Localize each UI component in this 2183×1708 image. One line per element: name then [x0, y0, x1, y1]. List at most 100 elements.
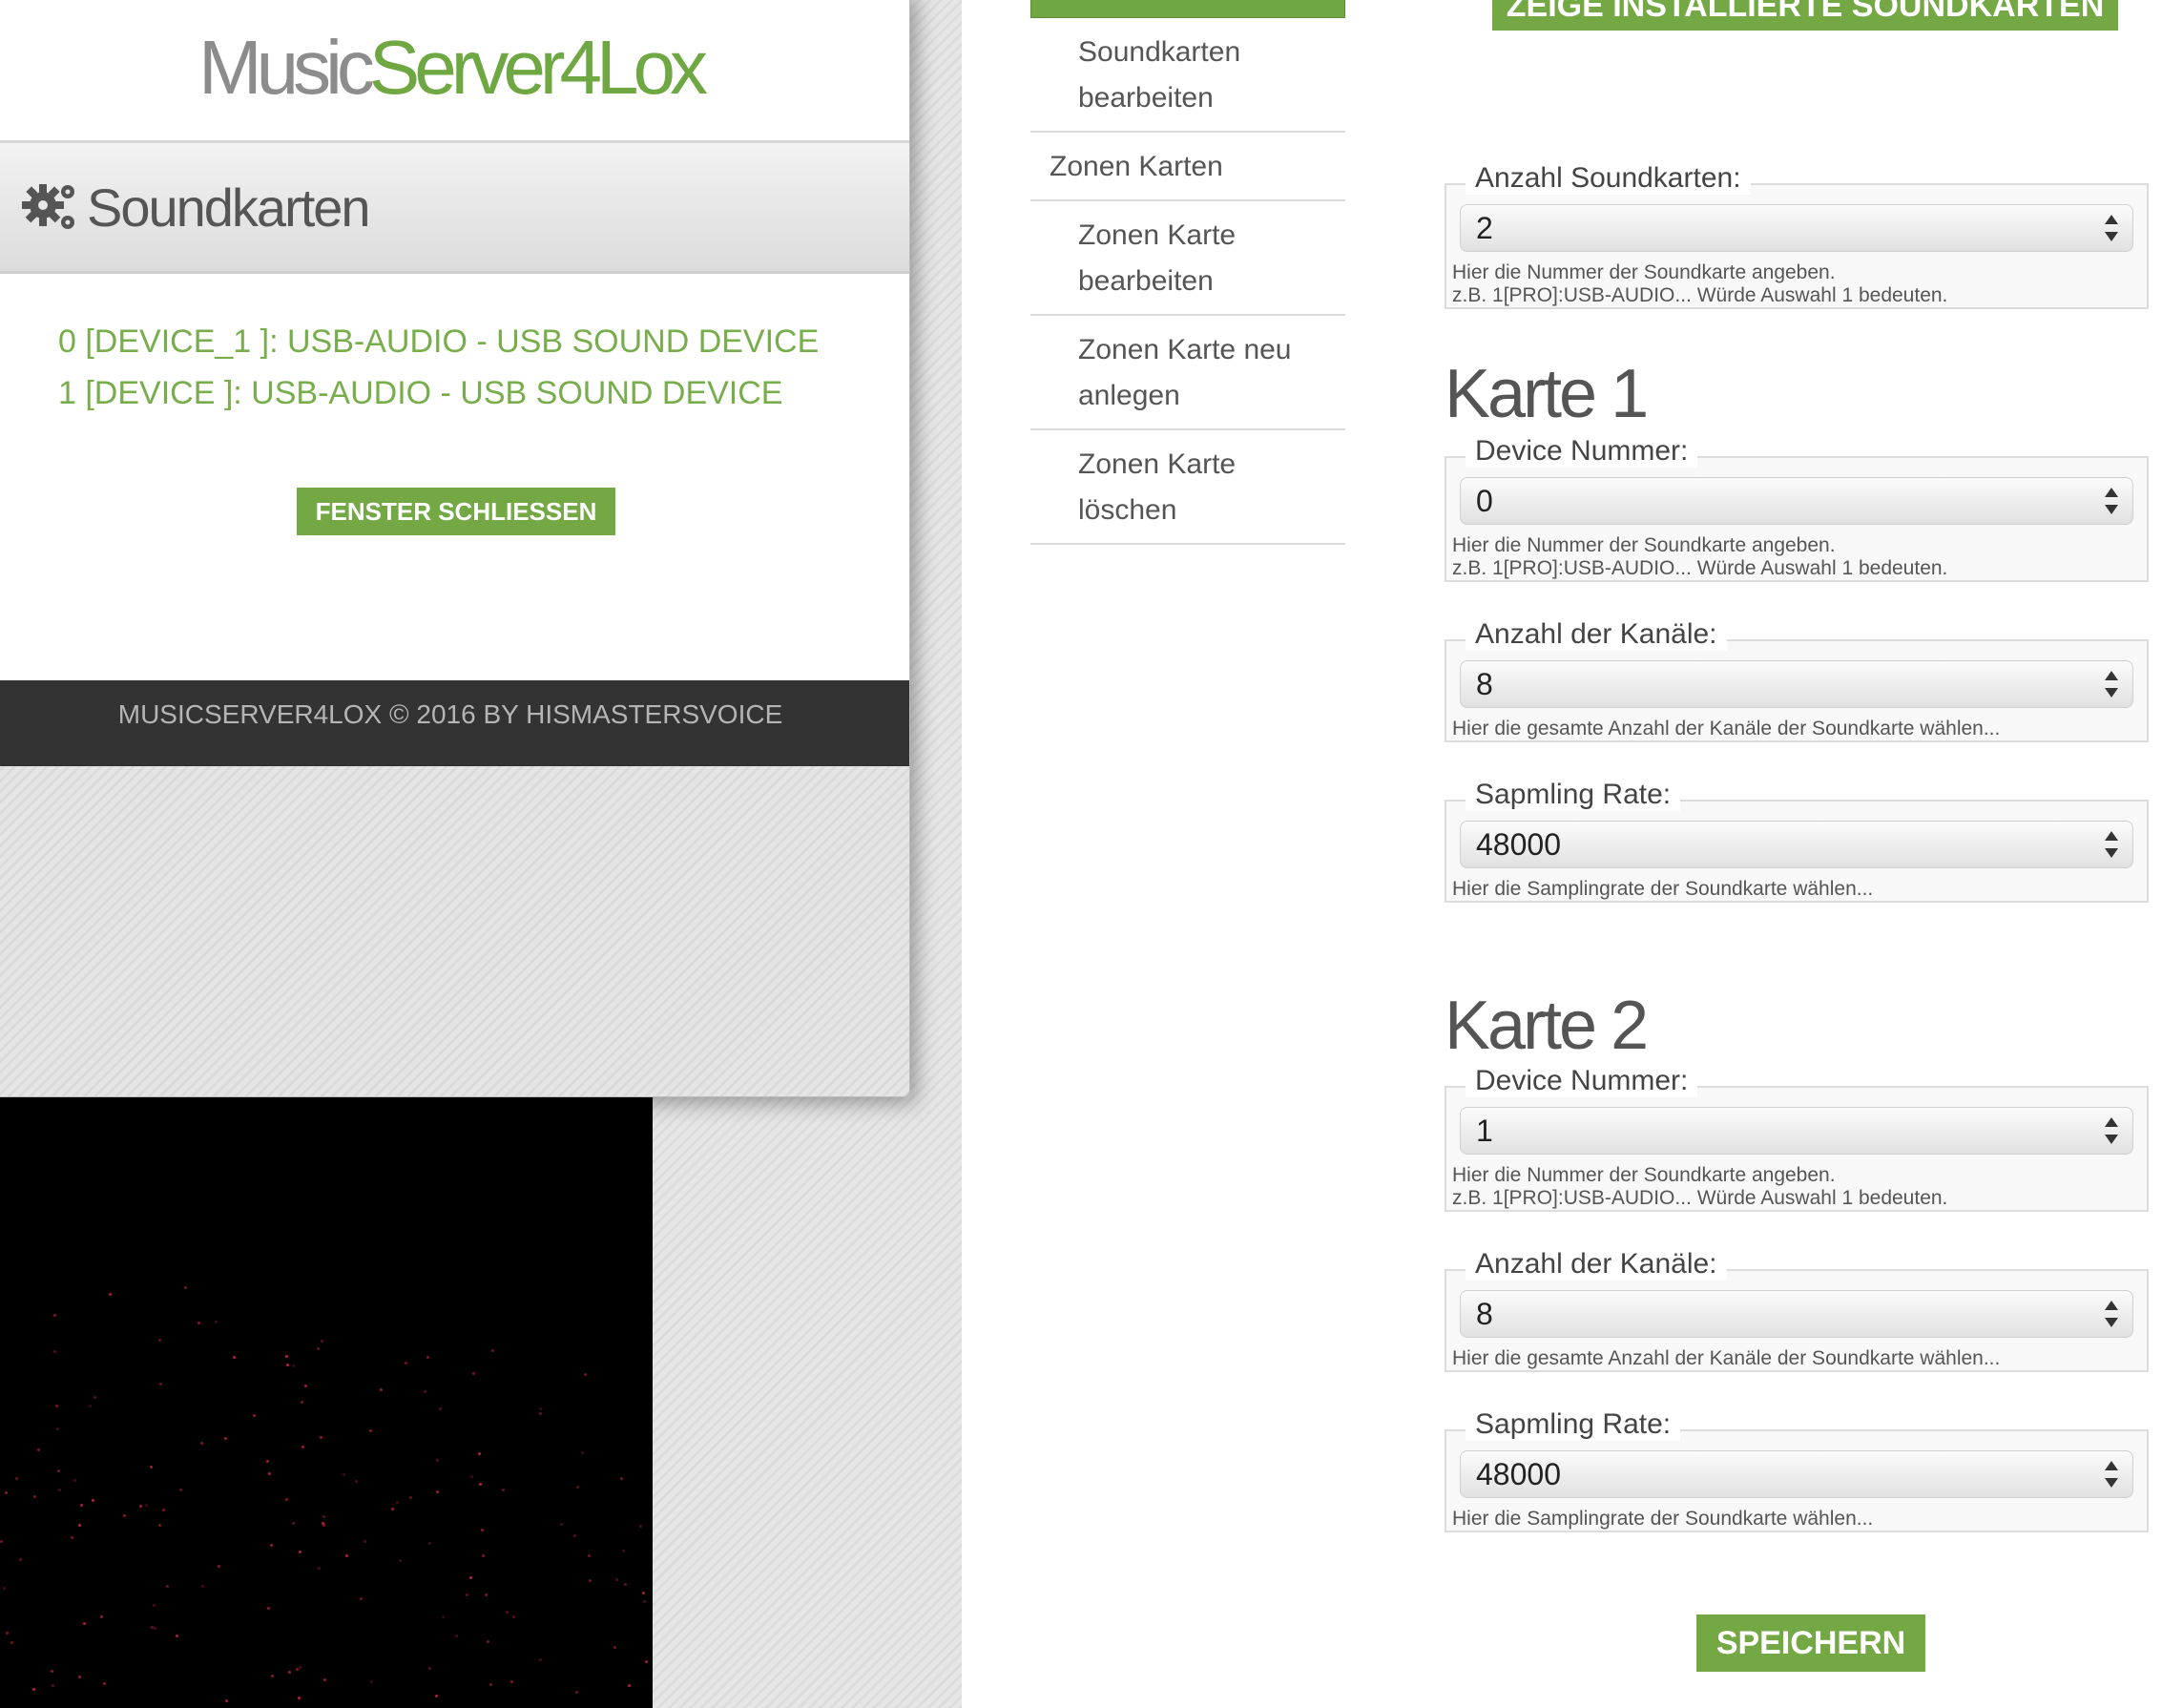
speck: [165, 1585, 169, 1589]
speck: [489, 1683, 492, 1687]
speck: [2, 1586, 6, 1590]
list-item: 0 [DEVICE_1 ]: USB-AUDIO - USB SOUND DEV…: [58, 323, 820, 360]
speck: [152, 1604, 156, 1608]
sidebar-nav: Soundkarten bearbeiten Zonen Karten Zone…: [1030, 0, 1345, 545]
background-window: [0, 1095, 653, 1708]
speck: [233, 1356, 237, 1360]
field-legend: Sapmling Rate:: [1466, 779, 1681, 811]
speck: [398, 1558, 402, 1562]
logo-part1: Music: [198, 25, 375, 110]
field-hint: Hier die Nummer der Soundkarte angeben. …: [1452, 261, 2141, 307]
speck: [575, 1690, 579, 1694]
sidebar-item-label: Zonen Karten: [1050, 151, 1223, 182]
field-legend: Sapmling Rate:: [1466, 1408, 1681, 1441]
hint-line: z.B. 1[PRO]:USB-AUDIO... Würde Auswahl 1…: [1452, 284, 1948, 306]
select-value: 1: [1476, 1114, 1493, 1148]
speck: [88, 1405, 92, 1408]
sidebar-active-item[interactable]: [1030, 0, 1345, 18]
karte-2-rate-select[interactable]: 48000: [1460, 1450, 2133, 1498]
popup-title: Soundkarten: [87, 177, 371, 238]
sidebar-item-zonen-karte-loeschen[interactable]: Zonen Karte löschen: [1030, 430, 1345, 545]
karte-2-title: Karte 2: [1445, 988, 1649, 1064]
sidebar-item-label: Zonen Karte: [1078, 219, 1237, 251]
speck: [364, 1540, 367, 1543]
popup-footer: MUSICSERVER4LOX © 2016 BY HISMASTERSVOIC…: [0, 680, 909, 766]
speck: [200, 1585, 204, 1589]
speck: [360, 1597, 364, 1601]
speck: [178, 1489, 182, 1492]
speck: [52, 1684, 55, 1688]
speck: [408, 1495, 412, 1499]
soundcard-count-fieldset: Anzahl Soundkarten: 2 Hier die Nummer de…: [1445, 162, 2149, 309]
gears-icon: [20, 177, 81, 238]
select-arrows-icon: [2105, 1461, 2118, 1488]
speck: [435, 1490, 439, 1494]
speck: [223, 1437, 227, 1441]
field-legend: Device Nummer:: [1466, 435, 1698, 468]
speck: [538, 1406, 542, 1410]
speck: [613, 1646, 617, 1650]
speck: [71, 1536, 74, 1540]
speck: [77, 1676, 81, 1679]
field-hint: Hier die gesamte Anzahl der Kanäle der S…: [1452, 1347, 2001, 1369]
karte-2-channels-fieldset: Anzahl der Kanäle: 8 Hier die gesamte An…: [1445, 1248, 2149, 1372]
sidebar-item-label: anlegen: [1078, 380, 1180, 411]
hint-line: Hier die Nummer der Soundkarte angeben.: [1452, 1164, 1836, 1186]
close-window-button[interactable]: FENSTER SCHLIESSEN: [297, 488, 615, 535]
karte-1-channels-select[interactable]: 8: [1460, 660, 2133, 708]
speck: [218, 1564, 221, 1568]
speck: [322, 1514, 325, 1518]
select-arrows-icon: [2105, 1117, 2118, 1144]
karte-2-device-select[interactable]: 1: [1460, 1107, 2133, 1155]
select-arrows-icon: [2105, 1301, 2118, 1327]
speck: [32, 1688, 36, 1692]
speck: [628, 1684, 632, 1688]
field-hint: Hier die Nummer der Soundkarte angeben. …: [1452, 534, 2141, 580]
speck: [4, 1491, 8, 1495]
speck: [100, 1615, 104, 1619]
speck: [36, 1448, 40, 1451]
karte-1-rate-select[interactable]: 48000: [1460, 821, 2133, 868]
field-hint: Hier die gesamte Anzahl der Kanäle der S…: [1452, 718, 2001, 739]
speck: [267, 1607, 271, 1611]
sidebar-item-zonen-karten[interactable]: Zonen Karten: [1030, 133, 1345, 201]
speck: [623, 1583, 627, 1586]
speck: [54, 1404, 58, 1407]
speck: [487, 1639, 490, 1643]
speck: [73, 1478, 76, 1482]
speck: [284, 1498, 288, 1502]
speck: [642, 1592, 646, 1595]
speck: [144, 1503, 148, 1507]
speck: [53, 1350, 57, 1354]
save-button[interactable]: SPEICHERN: [1696, 1614, 1925, 1672]
speck: [485, 1593, 489, 1597]
speck: [157, 1338, 161, 1342]
karte-1-device-select[interactable]: 0: [1460, 477, 2133, 525]
sidebar-item-zonen-karte-neu[interactable]: Zonen Karte neu anlegen: [1030, 316, 1345, 430]
speck: [51, 1669, 54, 1673]
sidebar-item-label: Zonen Karte: [1078, 448, 1237, 480]
sidebar-item-label: Zonen Karte neu: [1078, 334, 1292, 365]
speck: [200, 1442, 204, 1446]
karte-2-channels-select[interactable]: 8: [1460, 1290, 2133, 1338]
select-value: 48000: [1476, 1457, 1561, 1491]
speck: [157, 1523, 161, 1527]
list-item: 1 [DEVICE ]: USB-AUDIO - USB SOUND DEVIC…: [58, 375, 783, 411]
speck: [92, 1498, 95, 1502]
karte-2-rate-fieldset: Sapmling Rate: 48000 Hier die Samplingra…: [1445, 1408, 2149, 1532]
speck: [266, 1460, 270, 1464]
sidebar-item-soundkarten-bearbeiten[interactable]: Soundkarten bearbeiten: [1030, 18, 1345, 133]
popup-empty-area: [0, 766, 909, 1096]
speck: [57, 1489, 61, 1492]
speck: [642, 1599, 646, 1603]
speck: [354, 1479, 358, 1483]
show-installed-soundcards-button[interactable]: ZEIGE INSTALLIERTE SOUNDKARTEN: [1492, 0, 2118, 31]
sidebar-item-zonen-karte-bearbeiten[interactable]: Zonen Karte bearbeiten: [1030, 201, 1345, 316]
speck: [481, 1529, 485, 1532]
speck: [501, 1488, 505, 1491]
speck: [434, 1694, 438, 1698]
soundcard-count-select[interactable]: 2: [1460, 204, 2133, 252]
speck: [584, 1372, 588, 1376]
speck: [560, 1523, 564, 1527]
speck: [469, 1475, 473, 1479]
